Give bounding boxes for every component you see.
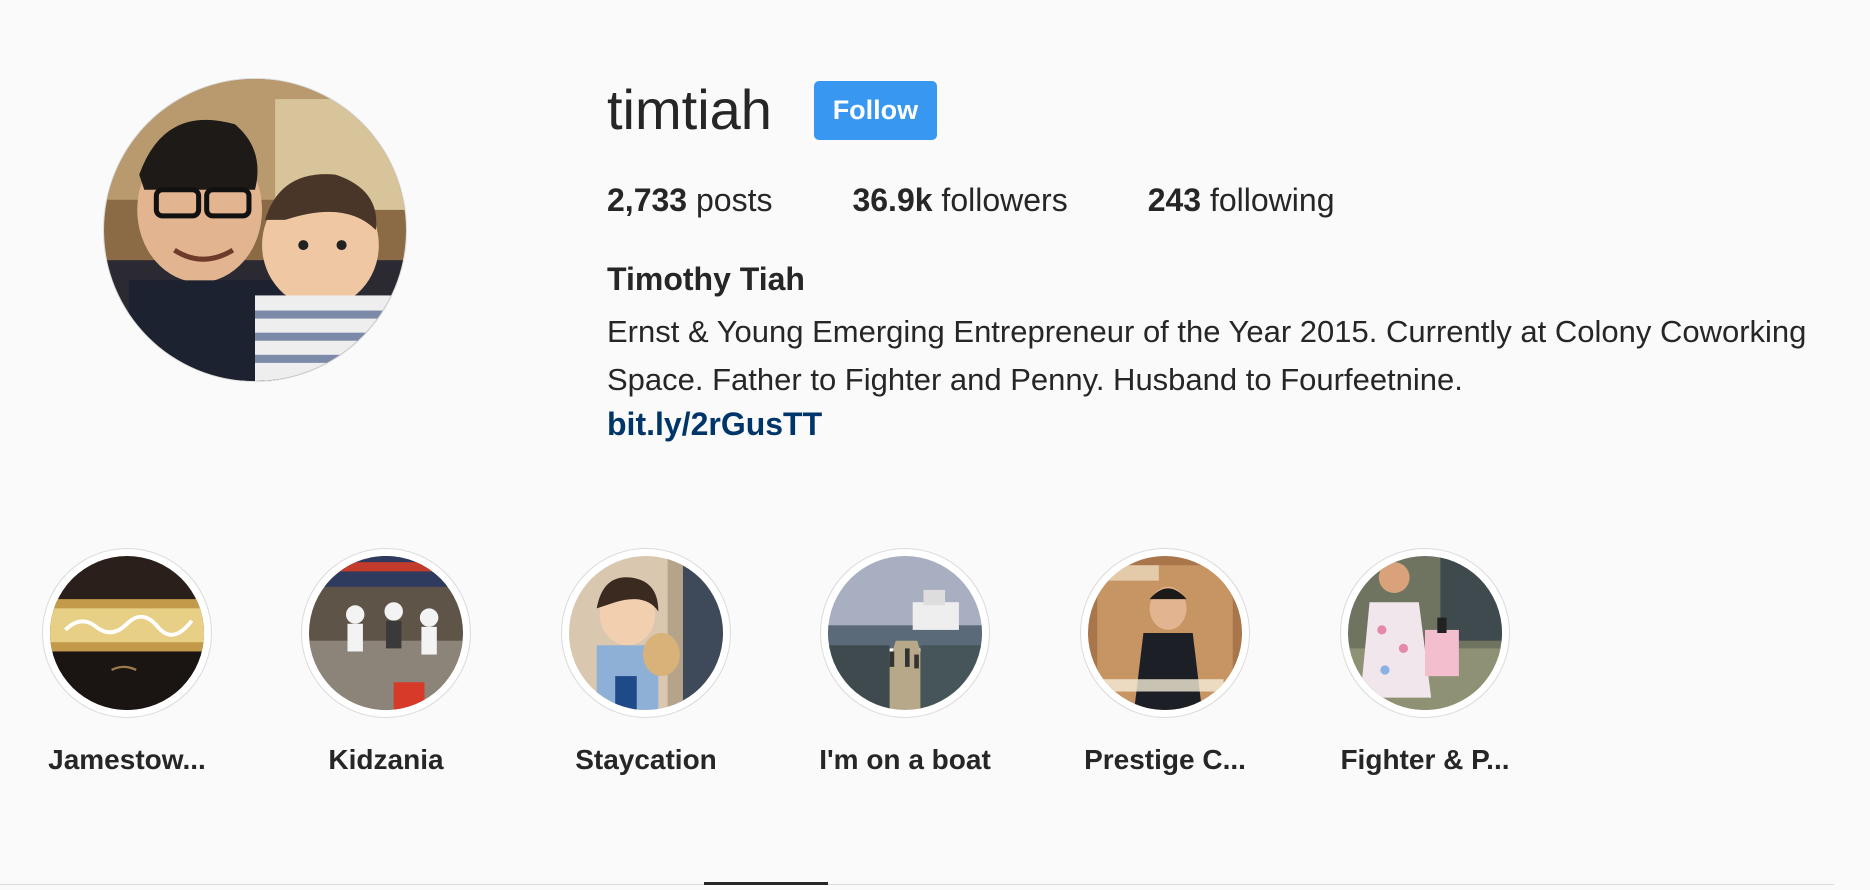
stat-count: 243 (1147, 182, 1202, 218)
highlight-ring (1340, 548, 1510, 718)
highlight-label: Kidzania (328, 744, 444, 775)
tabs-divider (0, 884, 1834, 885)
active-tab-indicator (704, 882, 828, 885)
highlight-item[interactable]: I'm on a boat (775, 548, 1035, 776)
title-row: timtiah Follow (607, 60, 1857, 160)
highlight-item[interactable]: Prestige C... (1035, 548, 1295, 776)
highlight-item[interactable]: Kidzania (256, 548, 516, 776)
highlight-ring (561, 548, 731, 718)
highlight-cover (1348, 556, 1502, 710)
profile-stats: 2,733 posts 36.9k followers 243 followin… (607, 182, 1857, 219)
highlight-cover (50, 556, 204, 710)
highlight-label: Fighter & P... (1340, 744, 1510, 775)
stat-label: posts (695, 182, 773, 218)
highlight-ring (301, 548, 471, 718)
stat-count: 2,733 (607, 182, 688, 218)
profile-page: timtiah Follow 2,733 posts 36.9k followe… (0, 0, 1870, 890)
stat-posts: 2,733 posts (607, 182, 772, 219)
bio-text: Ernst & Young Emerging Entrepreneur of t… (607, 314, 1807, 397)
stat-followers[interactable]: 36.9k followers (852, 182, 1067, 219)
follow-button[interactable]: Follow (813, 80, 937, 140)
highlight-cover (1088, 556, 1242, 710)
avatar-photo (104, 79, 406, 381)
stat-following[interactable]: 243 following (1148, 182, 1335, 219)
highlight-cover (828, 556, 982, 710)
highlight-item[interactable]: Staycation (516, 548, 776, 776)
highlight-cover (309, 556, 463, 710)
stat-label: followers (941, 182, 1068, 218)
highlight-ring (42, 548, 212, 718)
highlight-label: I'm on a boat (819, 744, 991, 775)
highlight-ring (1080, 548, 1250, 718)
highlight-cover (569, 556, 723, 710)
highlight-label: Prestige C... (1084, 744, 1246, 775)
story-highlights: Jamestow... Kidzania Staycation I'm on a… (0, 548, 1870, 788)
profile-avatar[interactable] (103, 78, 407, 382)
highlight-ring (820, 548, 990, 718)
stat-count: 36.9k (852, 182, 933, 218)
highlight-item[interactable]: Fighter & P... (1295, 548, 1555, 776)
profile-header: timtiah Follow 2,733 posts 36.9k followe… (607, 60, 1857, 443)
bio-link[interactable]: bit.ly/2rGusTT (607, 406, 822, 443)
highlight-label: Jamestow... (48, 744, 206, 775)
full-name: Timothy Tiah (607, 261, 805, 297)
highlight-item[interactable]: Jamestow... (0, 548, 257, 776)
username: timtiah (607, 78, 772, 141)
highlight-label: Staycation (575, 744, 717, 775)
stat-label: following (1209, 182, 1335, 218)
